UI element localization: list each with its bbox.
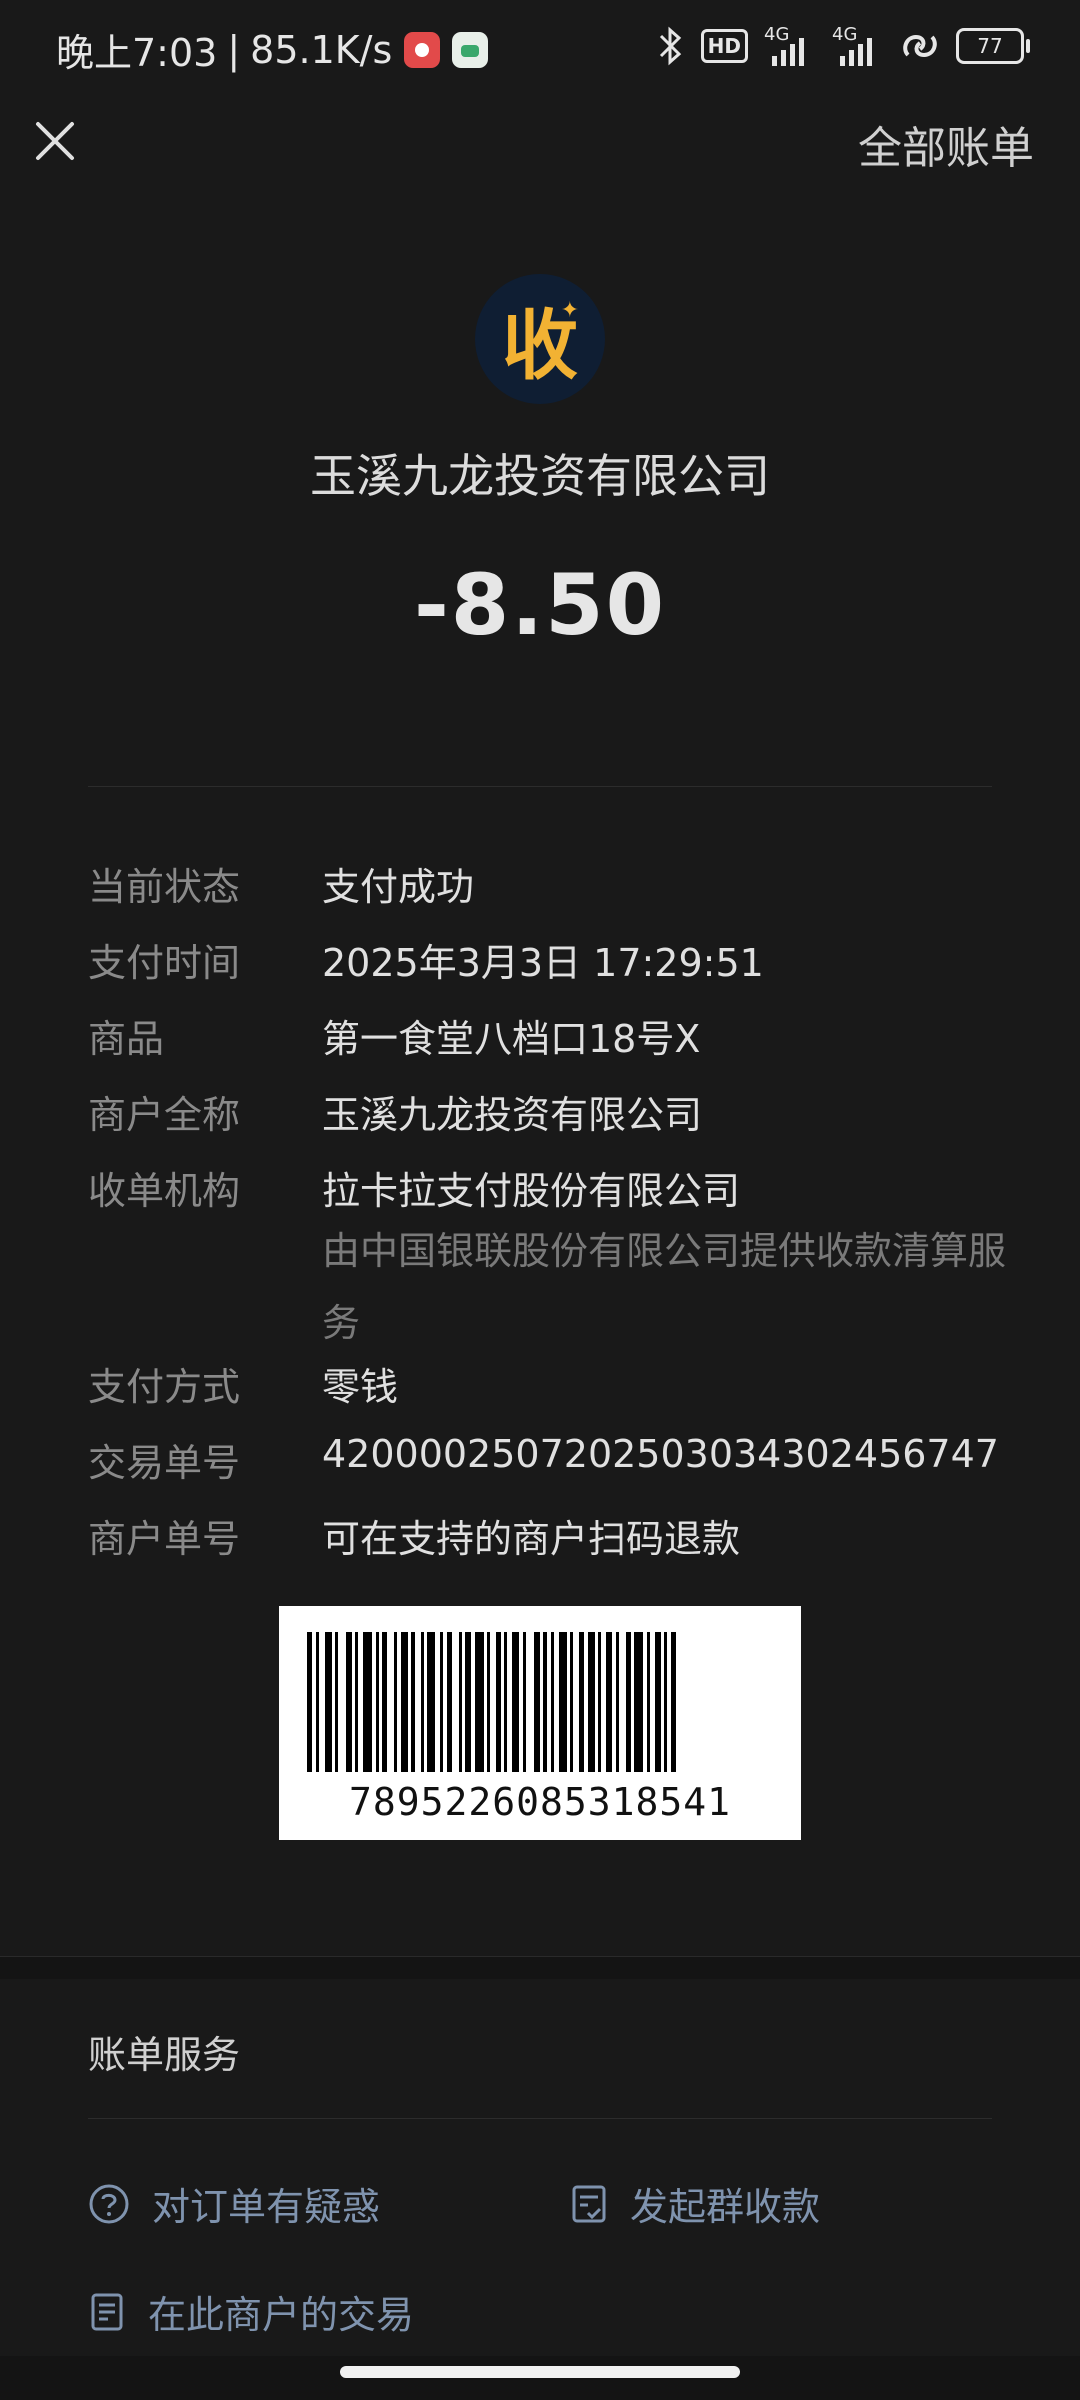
merchant-order-barcode: 7895226085318541 bbox=[279, 1606, 801, 1840]
document-icon bbox=[91, 2293, 123, 2330]
detail-value: 可在支持的商户扫码退款 bbox=[322, 1517, 741, 1561]
transaction-amount: -8.50 bbox=[413, 556, 667, 654]
acquirer-note: 由中国银联股份有限公司提供收款清算服务 bbox=[322, 1229, 1007, 1345]
status-time: 晚上7:03 bbox=[56, 31, 218, 75]
group-collection-link[interactable]: 发起群收款 bbox=[570, 2176, 820, 2231]
signal-icon-1: 4G bbox=[764, 26, 816, 66]
detail-label: 当前状态 bbox=[88, 865, 241, 909]
merchant-logo: 收 ✦ bbox=[475, 274, 605, 404]
order-question-label: 对订单有疑惑 bbox=[152, 2185, 381, 2229]
bill-detail-page: 晚上7:03 | 85.1K/s HD 4G 4G 77 全部账单 收 ✦ 玉溪… bbox=[0, 0, 1080, 2400]
order-question-link[interactable]: 对订单有疑惑 bbox=[88, 2176, 380, 2231]
detail-value: 支付成功 bbox=[322, 865, 475, 909]
checklist-icon bbox=[572, 2185, 606, 2222]
acquirer-name: 拉卡拉支付股份有限公司 bbox=[322, 1169, 741, 1213]
detail-label: 商品 bbox=[88, 1017, 165, 1061]
status-left: 晚上7:03 | 85.1K/s bbox=[56, 22, 489, 77]
question-circle-icon bbox=[89, 2184, 129, 2223]
group-collection-label: 发起群收款 bbox=[630, 2185, 821, 2229]
signal-icon-2: 4G bbox=[832, 26, 884, 66]
notification-app-icon bbox=[452, 31, 489, 68]
section-separator bbox=[0, 1956, 1080, 1979]
network-speed: 85.1K/s bbox=[250, 27, 393, 72]
detail-label: 支付方式 bbox=[88, 1365, 241, 1409]
bill-services-title: 账单服务 bbox=[88, 2033, 241, 2077]
bluetooth-icon bbox=[659, 26, 681, 66]
close-button[interactable] bbox=[26, 112, 84, 170]
recording-app-icon bbox=[404, 31, 441, 68]
status-right: HD 4G 4G 77 bbox=[655, 26, 1030, 66]
detail-label: 支付时间 bbox=[88, 941, 241, 985]
merchant-transactions-label: 在此商户的交易 bbox=[148, 2293, 415, 2337]
home-indicator[interactable] bbox=[340, 2366, 740, 2378]
divider bbox=[88, 2118, 992, 2119]
battery-icon: 77 bbox=[956, 28, 1030, 64]
detail-label: 收单机构 bbox=[88, 1169, 241, 1213]
status-separator: | bbox=[227, 27, 241, 72]
all-bills-link[interactable]: 全部账单 bbox=[858, 112, 1034, 176]
detail-value: 2025年3月3日 17:29:51 bbox=[322, 941, 764, 985]
navigation-bar bbox=[0, 2356, 1080, 2400]
detail-value: 拉卡拉支付股份有限公司 由中国银联股份有限公司提供收款清算服务 bbox=[322, 1160, 1022, 1359]
sparkle-icon: ✦ bbox=[560, 298, 579, 323]
divider bbox=[88, 786, 992, 787]
detail-label: 商户单号 bbox=[88, 1517, 241, 1561]
detail-value[interactable]: 4200002507202503034302456747 bbox=[322, 1432, 1022, 1476]
barcode-number: 7895226085318541 bbox=[348, 1780, 732, 1824]
detail-label: 商户全称 bbox=[88, 1093, 241, 1137]
link-icon bbox=[903, 34, 937, 58]
merchant-transactions-link[interactable]: 在此商户的交易 bbox=[88, 2284, 414, 2339]
detail-value: 玉溪九龙投资有限公司 bbox=[322, 1093, 703, 1137]
detail-label: 交易单号 bbox=[88, 1441, 241, 1485]
detail-value: 第一食堂八档口18号X bbox=[322, 1017, 701, 1061]
merchant-name: 玉溪九龙投资有限公司 bbox=[310, 449, 770, 503]
barcode-bars bbox=[307, 1632, 773, 1772]
detail-value: 零钱 bbox=[322, 1365, 399, 1409]
close-icon bbox=[36, 122, 74, 160]
hd-voice-icon: HD bbox=[700, 29, 748, 63]
status-bar: 晚上7:03 | 85.1K/s HD 4G 4G 77 bbox=[0, 0, 1080, 96]
